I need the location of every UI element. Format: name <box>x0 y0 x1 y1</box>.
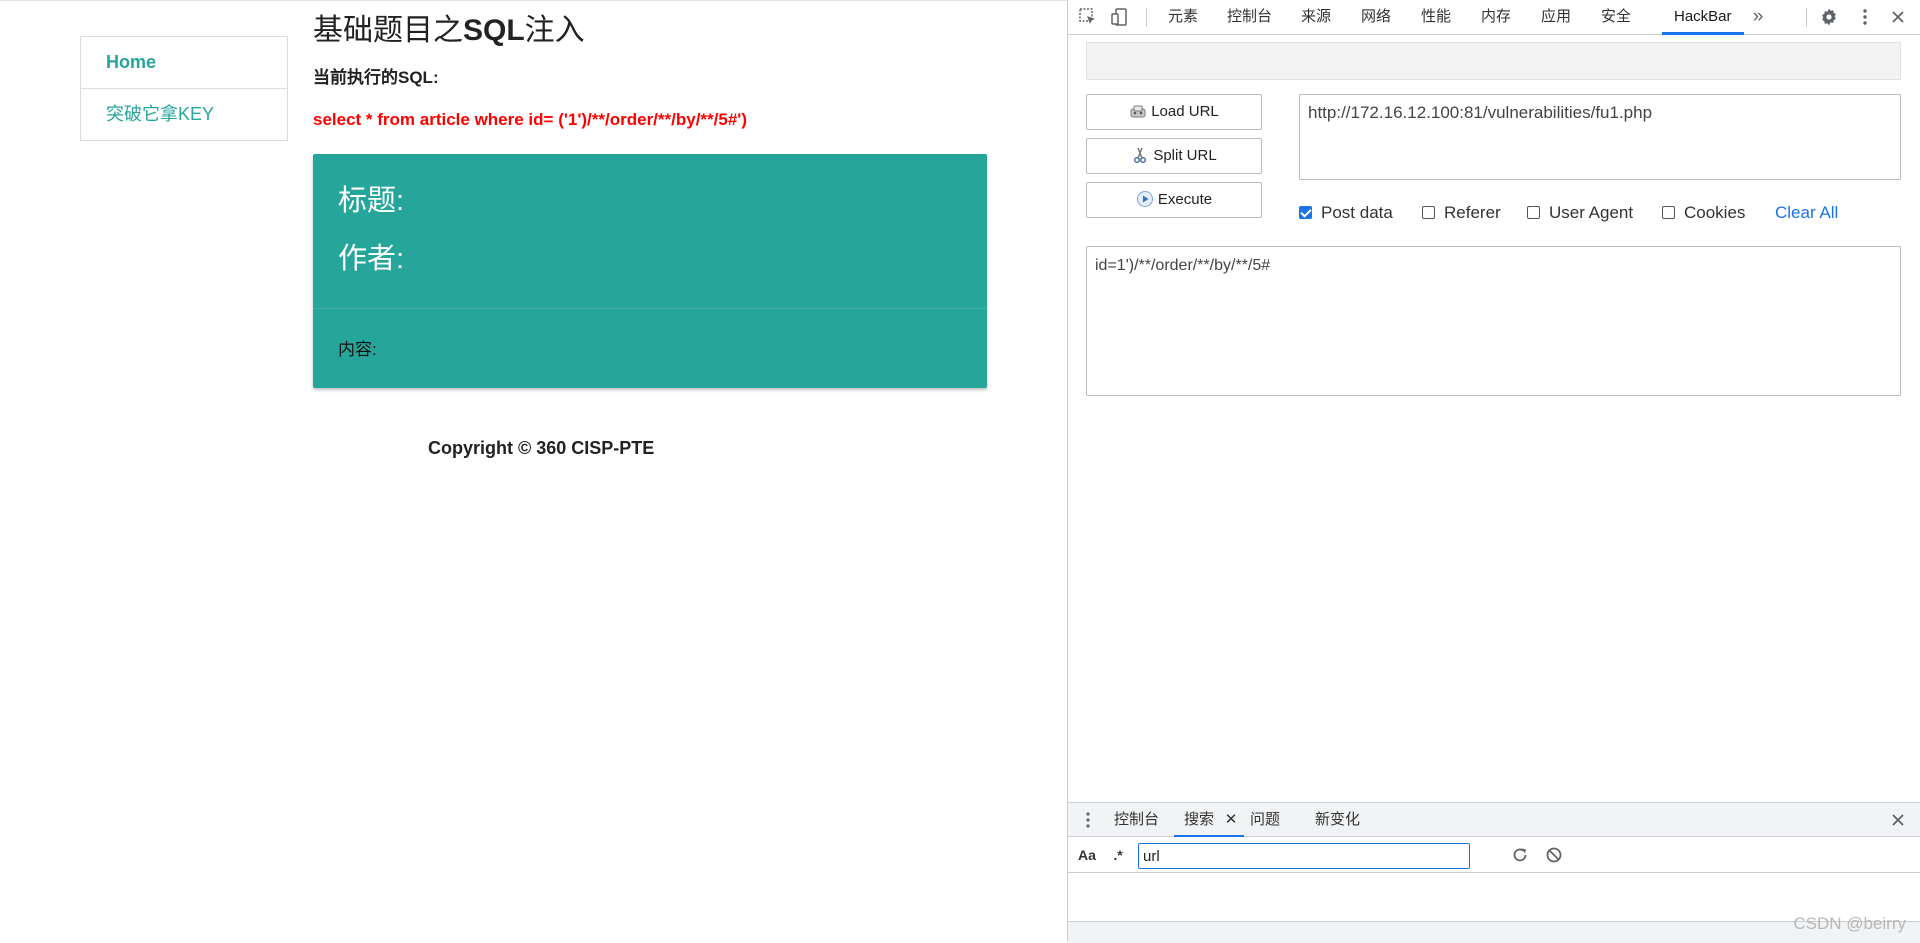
match-case-toggle[interactable]: Aa <box>1076 845 1098 865</box>
chevron-double-right-icon[interactable]: » <box>1748 7 1768 27</box>
article-card: 标题: 作者: 内容: <box>313 154 987 388</box>
clear-all-link[interactable]: Clear All <box>1775 200 1838 226</box>
drawer-tab-console[interactable]: 控制台 <box>1114 803 1159 836</box>
kebab-menu-icon[interactable] <box>1855 7 1875 27</box>
csdn-watermark: CSDN @beirry <box>1793 914 1906 933</box>
devtools-drawer: 控制台 搜索 ✕ 问题 新变化 Aa .* <box>1068 802 1920 943</box>
inspect-element-icon[interactable] <box>1078 7 1098 27</box>
drawer-status-bar <box>1068 921 1920 943</box>
card-title-label: 标题: <box>338 185 405 217</box>
sql-query: select * from article where id= ('1')/**… <box>313 110 747 129</box>
scissors-icon <box>1134 147 1147 164</box>
title-suffix: 注入 <box>524 14 585 47</box>
devtools-panel: 元素 控制台 来源 网络 性能 内存 应用 安全 HackBar » Load … <box>1067 0 1920 943</box>
main-content: 基础题目之SQL注入 当前执行的SQL: select * from artic… <box>313 1 987 388</box>
drawer-tab-search[interactable]: 搜索 <box>1173 803 1245 837</box>
url-textarea[interactable]: http://172.16.12.100:81/vulnerabilities/… <box>1299 94 1901 180</box>
card-content-label: 内容: <box>338 340 377 359</box>
cookies-checkbox[interactable] <box>1662 206 1675 219</box>
drawer-tab-issues[interactable]: 问题 <box>1250 803 1280 836</box>
user-agent-label: User Agent <box>1549 203 1634 222</box>
execute-label: Execute <box>1157 191 1213 208</box>
close-icon[interactable] <box>1888 7 1908 27</box>
tab-elements[interactable]: 元素 <box>1168 0 1198 34</box>
drawer-tab-whats-new[interactable]: 新变化 <box>1315 803 1360 836</box>
tab-application[interactable]: 应用 <box>1541 0 1571 34</box>
tab-security[interactable]: 安全 <box>1601 0 1631 34</box>
card-author-label: 作者: <box>338 243 405 275</box>
drawer-menu-icon[interactable] <box>1078 810 1098 830</box>
sql-label: 当前执行的SQL: <box>313 68 439 87</box>
user-agent-option[interactable]: User Agent <box>1527 200 1633 226</box>
load-url-icon <box>1130 105 1146 118</box>
post-data-checkbox[interactable] <box>1299 206 1312 219</box>
device-toolbar-icon[interactable] <box>1110 7 1130 27</box>
toolbar-separator <box>1146 8 1147 27</box>
tab-hackbar[interactable]: HackBar <box>1662 0 1743 35</box>
nav-item-get-key[interactable]: 突破它拿KEY <box>81 89 287 140</box>
nav-item-home[interactable]: Home <box>81 37 287 89</box>
referer-checkbox[interactable] <box>1422 206 1435 219</box>
execute-button[interactable]: Execute <box>1086 182 1262 218</box>
post-data-label: Post data <box>1321 203 1393 222</box>
clear-search-icon[interactable] <box>1544 845 1564 865</box>
close-tab-icon[interactable]: ✕ <box>1221 810 1241 830</box>
load-url-label: Load URL <box>1151 103 1219 120</box>
search-toolbar: Aa .* <box>1068 837 1920 873</box>
tab-memory[interactable]: 内存 <box>1481 0 1511 34</box>
split-url-label: Split URL <box>1153 147 1217 164</box>
cookies-label: Cookies <box>1684 203 1746 222</box>
drawer-tab-bar: 控制台 搜索 ✕ 问题 新变化 <box>1068 803 1920 837</box>
drawer-close-icon[interactable] <box>1888 810 1908 830</box>
user-agent-checkbox[interactable] <box>1527 206 1540 219</box>
refresh-icon[interactable] <box>1510 845 1530 865</box>
play-icon <box>1136 191 1153 207</box>
tab-network[interactable]: 网络 <box>1361 0 1391 34</box>
cookies-option[interactable]: Cookies <box>1662 200 1745 226</box>
tab-console[interactable]: 控制台 <box>1227 0 1272 34</box>
referer-label: Referer <box>1444 203 1501 222</box>
footer-copyright: Copyright © 360 CISP-PTE <box>428 438 655 458</box>
side-nav: Home 突破它拿KEY <box>80 36 288 141</box>
load-url-button[interactable]: Load URL <box>1086 94 1262 130</box>
gear-icon[interactable] <box>1819 7 1839 27</box>
regex-toggle[interactable]: .* <box>1108 845 1128 865</box>
devtools-toolbar: 元素 控制台 来源 网络 性能 内存 应用 安全 HackBar » <box>1068 0 1920 35</box>
referer-option[interactable]: Referer <box>1422 200 1501 226</box>
page-title: 基础题目之SQL注入 <box>313 11 987 51</box>
title-bold: SQL <box>463 14 525 47</box>
post-data-textarea[interactable]: id=1')/**/order/**/by/**/5# <box>1086 246 1901 396</box>
post-data-option[interactable]: Post data <box>1299 200 1393 226</box>
tab-performance[interactable]: 性能 <box>1421 0 1451 34</box>
split-url-button[interactable]: Split URL <box>1086 138 1262 174</box>
search-input[interactable] <box>1138 843 1470 869</box>
card-content: 标题: 作者: <box>313 154 987 309</box>
tab-sources[interactable]: 来源 <box>1301 0 1331 34</box>
toolbar-separator <box>1806 8 1807 27</box>
hackbar-menu-bar <box>1086 42 1901 80</box>
web-page: Home 突破它拿KEY 基础题目之SQL注入 当前执行的SQL: select… <box>0 0 1067 942</box>
title-prefix: 基础题目之 <box>313 14 463 47</box>
